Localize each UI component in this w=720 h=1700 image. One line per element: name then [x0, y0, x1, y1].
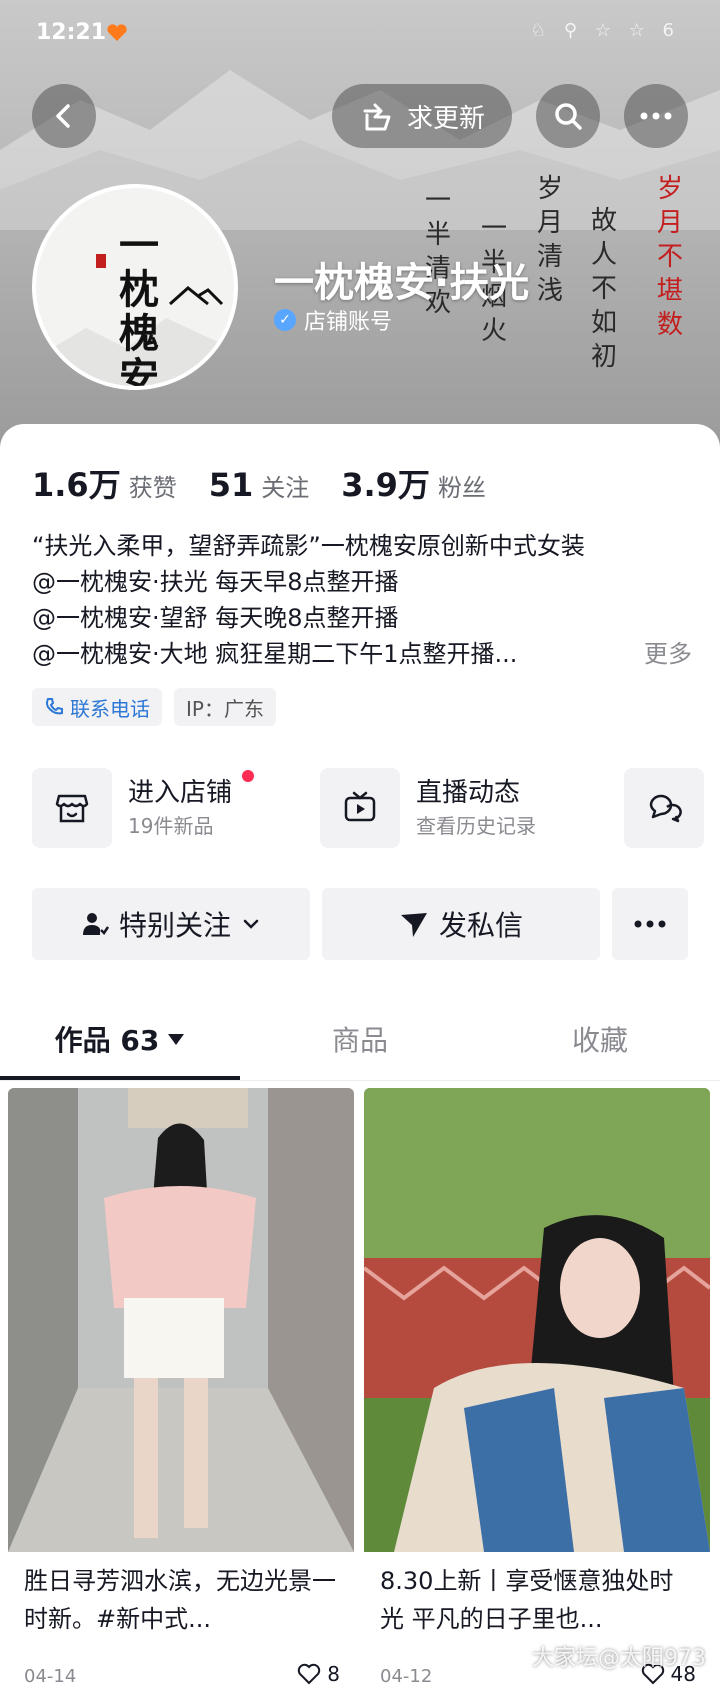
tab-products[interactable]: 商品	[240, 1000, 480, 1078]
live-icon-box	[320, 768, 400, 848]
send-message-label: 发私信	[438, 909, 523, 942]
profile-actions: 特别关注 发私信	[32, 888, 688, 960]
profile-bio: “扶光入柔甲，望舒弄疏影”一枕槐安原创新中式女装 @一枕槐安·扶光 每天早8点整…	[32, 528, 692, 672]
post-card[interactable]: 胜日寻芳泗水滨，无边光景一时新。#新中式... 04-14 8	[8, 1088, 354, 1700]
profile-nickname: 一枕槐安·扶光	[274, 260, 530, 306]
contact-phone-label: 联系电话	[70, 696, 150, 721]
shop-icon-box	[32, 768, 112, 848]
tab-works-label: 作品 63	[54, 1024, 160, 1057]
post-likes[interactable]: 8	[297, 1662, 340, 1686]
special-follow-label: 特别关注	[118, 909, 231, 942]
bio-line: @一枕槐安·扶光 每天早8点整开播	[32, 568, 399, 596]
live-tv-icon	[344, 791, 376, 822]
special-follow-button[interactable]: 特别关注	[32, 888, 310, 960]
verified-check-icon: ✓	[274, 309, 296, 331]
profile-stats: 1.6万 获赞 51 关注 3.9万 粉丝	[32, 460, 486, 506]
chevron-left-icon	[56, 104, 70, 128]
search-icon	[555, 103, 582, 130]
profile-shortcuts: 进入店铺 19件新品 直播动态 查看历史记录	[32, 768, 720, 848]
status-bar: 12:21 ♘ ⚲ ☆ ☆ 6	[0, 0, 720, 70]
stat-following-label: 关注	[261, 474, 310, 502]
more-options-button[interactable]	[624, 84, 688, 148]
status-time: 12:21	[36, 20, 107, 45]
stat-followers[interactable]: 3.9万 粉丝	[341, 460, 486, 506]
heart-icon	[298, 1663, 321, 1685]
ip-location-label: IP：广东	[186, 696, 264, 721]
poem-column-3: 岁月清浅	[536, 174, 563, 306]
stat-following-value: 51	[208, 466, 254, 504]
request-update-button[interactable]: 求更新	[332, 84, 512, 148]
user-follow-icon	[82, 913, 109, 935]
poem-column-1: 岁月不堪数	[656, 174, 683, 340]
post-likes-count: 8	[327, 1662, 340, 1686]
post-title: 8.30上新丨享受惬意独处时光 平凡的日子里也...	[380, 1567, 674, 1633]
live-updates-subtitle: 查看历史记录	[416, 814, 536, 838]
profile-card: 1.6万 获赞 51 关注 3.9万 粉丝 “扶光入柔甲，望舒弄疏影”一枕槐安原…	[0, 424, 720, 1700]
content-tabs: 作品 63 商品 收藏	[0, 1000, 720, 1081]
post-card[interactable]: 8.30上新丨享受惬意独处时光 平凡的日子里也... 04-12 48	[364, 1088, 710, 1700]
stat-likes: 1.6万 获赞	[32, 460, 177, 506]
avatar-logo-text: 一枕槐安	[119, 222, 161, 390]
poem-column-2: 故人不如初	[590, 206, 617, 372]
status-icons: ♘ ⚲ ☆ ☆ 6	[530, 20, 680, 41]
post-thumbnail-image	[364, 1088, 710, 1552]
tab-works[interactable]: 作品 63	[0, 1000, 240, 1078]
bio-line-last: 更多 @一枕槐安·大地 疯狂星期二下午1点整开播...	[32, 636, 692, 672]
bio-more-link[interactable]: 更多	[644, 636, 692, 672]
post-date: 04-12	[380, 1666, 433, 1687]
enter-shop-text: 进入店铺 19件新品	[128, 775, 232, 841]
stat-likes-label: 获赞	[128, 474, 177, 502]
live-updates-text: 直播动态 查看历史记录	[416, 775, 536, 841]
enter-shop-title: 进入店铺	[128, 778, 233, 808]
stat-followers-label: 粉丝	[437, 474, 486, 502]
forum-watermark: 大家坛@太阳973	[532, 1646, 706, 1671]
group-chat-icon	[649, 794, 682, 823]
active-tab-indicator	[0, 1076, 240, 1080]
caret-down-icon	[168, 1034, 185, 1045]
roof-icon	[169, 286, 224, 306]
stat-followers-value: 3.9万	[341, 466, 430, 504]
pointing-hand-icon	[363, 103, 391, 131]
bio-line-text: @一枕槐安·大地 疯狂星期二下午1点整开播...	[32, 640, 518, 668]
tab-products-label: 商品	[331, 1024, 388, 1057]
phone-icon	[46, 698, 63, 715]
more-dots-icon	[634, 920, 666, 928]
bio-line: @一枕槐安·望舒 每天晚8点整开播	[32, 604, 399, 632]
profile-chips: 联系电话 IP：广东	[32, 688, 276, 726]
post-thumbnail-image	[8, 1088, 354, 1552]
more-actions-button[interactable]	[612, 888, 688, 960]
live-updates-title: 直播动态	[416, 778, 521, 808]
avatar[interactable]: 一枕槐安	[32, 184, 238, 390]
post-title: 胜日寻芳泗水滨，无边光景一时新。#新中式...	[24, 1567, 336, 1633]
send-plane-icon	[400, 913, 427, 937]
search-button[interactable]	[536, 84, 600, 148]
app-heart-icon	[107, 24, 127, 41]
chat-icon-box	[624, 768, 704, 848]
contact-phone-chip[interactable]: 联系电话	[32, 688, 162, 726]
stat-following[interactable]: 51 关注	[209, 466, 310, 504]
stat-likes-value: 1.6万	[32, 466, 121, 504]
group-chat-shortcut[interactable]	[624, 768, 704, 848]
new-items-dot	[242, 770, 254, 782]
red-seal-mark	[96, 254, 106, 268]
shop-icon	[55, 794, 89, 823]
send-message-button[interactable]: 发私信	[322, 888, 600, 960]
more-dots-icon	[640, 112, 672, 120]
back-button[interactable]	[32, 84, 96, 148]
ip-location-chip: IP：广东	[174, 688, 276, 726]
enter-shop-subtitle: 19件新品	[128, 814, 214, 838]
bio-line: “扶光入柔甲，望舒弄疏影”一枕槐安原创新中式女装	[32, 532, 585, 560]
shop-account-tag: ✓ 店铺账号	[274, 304, 392, 336]
tab-favorites[interactable]: 收藏	[480, 1000, 720, 1078]
request-update-label: 求更新	[406, 103, 485, 134]
shop-account-label: 店铺账号	[304, 310, 393, 335]
chevron-down-icon	[243, 919, 259, 929]
post-date: 04-14	[24, 1666, 77, 1687]
profile-banner: 12:21 ♘ ⚲ ☆ ☆ 6 求更新 岁月不堪数 故人不如初 岁月清浅 一半烟…	[0, 0, 720, 450]
tab-favorites-label: 收藏	[571, 1024, 628, 1057]
live-updates-shortcut[interactable]: 直播动态 查看历史记录	[320, 768, 536, 848]
enter-shop-shortcut[interactable]: 进入店铺 19件新品	[32, 768, 254, 848]
